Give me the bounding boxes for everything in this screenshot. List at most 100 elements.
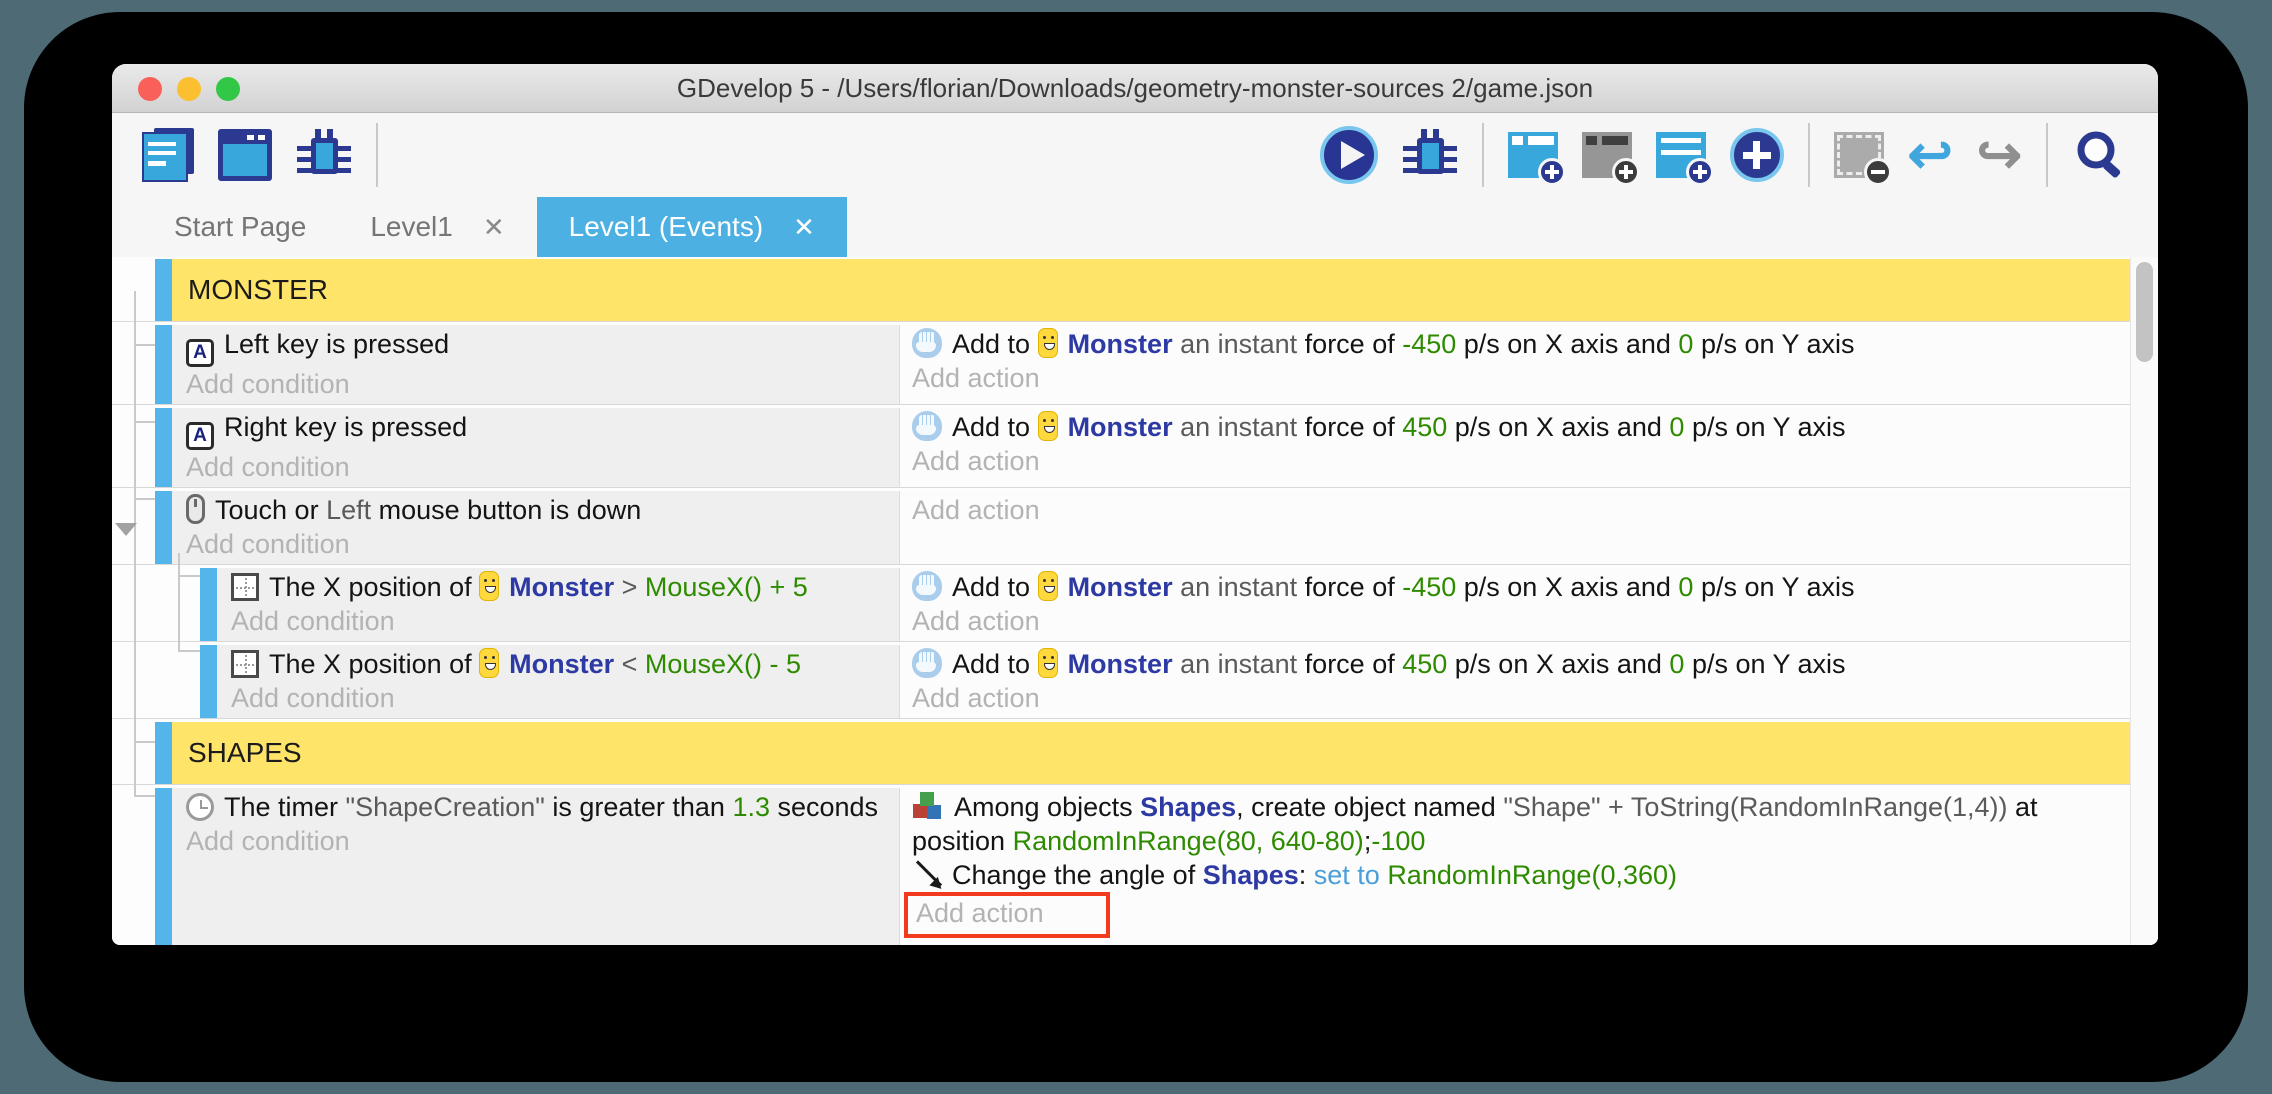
text-segment: an instant [1173,412,1305,442]
event-handle[interactable] [155,722,172,784]
text-segment: Monster [1068,572,1173,602]
close-tab-icon[interactable]: ✕ [793,212,815,243]
text-segment: Left key is pressed [224,329,449,359]
plus-badge-icon [1538,158,1566,186]
action-instruction[interactable]: Change the angle of Shapes: set to Rando… [912,858,2124,892]
text-segment: , create object named [1236,792,1503,822]
add-condition-button[interactable]: Add condition [231,681,893,715]
add-new-icon[interactable] [1730,128,1784,182]
event-handle[interactable] [200,645,217,718]
text-segment: force of [1305,329,1403,359]
text-segment: p/s on Y axis [1693,329,1854,359]
cubes-icon [912,791,944,821]
action-instruction[interactable]: Among objects Shapes, create object name… [912,790,2124,858]
add-condition-button[interactable]: Add condition [186,367,893,401]
text-segment: Add condition [186,452,350,482]
tab-level1-events[interactable]: Level1 (Events) ✕ [537,197,847,257]
text-segment: Add to [952,329,1038,359]
action-instruction[interactable]: Add to Monster an instant force of -450 … [912,570,2124,604]
monster-object-icon [1038,648,1058,678]
tree-line [134,421,155,423]
add-condition-button[interactable]: Add condition [231,604,893,638]
search-icon[interactable] [2072,127,2128,183]
action-instruction[interactable]: Add to Monster an instant force of 450 p… [912,647,2124,681]
redo-icon[interactable]: ↪ [1977,127,2022,183]
play-icon[interactable] [1320,126,1378,184]
text-segment: 1.3 [732,792,770,822]
tree-line [134,795,155,797]
traffic-lights [138,77,240,101]
event-handle[interactable] [200,568,217,641]
monster-object-icon [1038,411,1058,441]
timer-icon [186,793,214,821]
hand-force-icon [912,328,942,358]
add-condition-button[interactable]: Add condition [186,824,893,858]
angle-icon [912,859,942,889]
undo-icon[interactable]: ↩ [1908,127,1953,183]
text-segment: Monster [509,649,614,679]
debug-preview-icon[interactable] [1402,127,1458,183]
text-segment: Add action [912,606,1040,636]
project-manager-icon[interactable] [142,128,194,182]
action-instruction[interactable]: Add to Monster an instant force of 450 p… [912,410,2124,444]
minus-badge-icon [1864,158,1892,186]
text-segment: p/s on Y axis [1684,412,1845,442]
window-title: GDevelop 5 - /Users/florian/Downloads/ge… [677,73,1593,104]
group-row-monster[interactable]: MONSTER [112,259,2130,322]
add-event-icon[interactable] [1508,132,1558,178]
text-segment: 0 [1669,649,1684,679]
close-tab-icon[interactable]: ✕ [483,212,505,243]
tab-label: Level1 (Events) [569,211,764,243]
delete-event-icon[interactable] [1834,132,1884,178]
condition-instruction[interactable]: The X position of Monster > MouseX() + 5 [231,570,893,604]
text-segment: p/s on X axis and [1447,649,1669,679]
text-segment: Monster [1068,649,1173,679]
event-handle[interactable] [155,788,172,945]
text-segment: RandomInRange(80, 640-80) [1013,826,1364,856]
tab-start-page[interactable]: Start Page [142,197,338,257]
text-segment: Monster [509,572,614,602]
condition-instruction[interactable]: The timer "ShapeCreation" is greater tha… [186,790,893,824]
add-comment-icon[interactable] [1656,132,1706,178]
conditions-cell: The X position of Monster < MouseX() - 5… [217,645,900,718]
event-handle[interactable] [155,408,172,487]
debugger-icon[interactable] [296,127,352,183]
event-handle[interactable] [155,491,172,564]
event-row: Touch or Left mouse button is down Add c… [112,491,2130,565]
add-action-button[interactable]: Add action [912,604,2124,638]
close-window-button[interactable] [138,77,162,101]
add-action-button[interactable]: Add action [912,493,2124,527]
add-condition-button[interactable]: Add condition [186,450,893,484]
add-action-button[interactable]: Add action [912,444,2124,478]
text-segment: 450 [1402,412,1447,442]
condition-instruction[interactable]: Touch or Left mouse button is down [186,493,893,527]
zoom-window-button[interactable] [216,77,240,101]
tab-level1-scene[interactable]: Level1 ✕ [338,197,536,257]
condition-instruction[interactable]: Left key is pressed [186,327,893,367]
text-segment: Monster [1068,412,1173,442]
add-action-button[interactable]: Add action [912,361,2124,395]
scrollbar-thumb[interactable] [2136,262,2153,362]
collapse-triangle-icon[interactable] [115,523,137,536]
action-instruction[interactable]: Add to Monster an instant force of -450 … [912,327,2124,361]
add-action-button[interactable]: Add action [912,681,2124,715]
event-row: Right key is pressed Add condition Add t… [112,408,2130,488]
text-segment: Shapes [1140,792,1236,822]
condition-instruction[interactable]: The X position of Monster < MouseX() - 5 [231,647,893,681]
add-action-button-highlighted[interactable]: Add action [904,892,1110,938]
event-handle[interactable] [155,259,172,321]
scrollbar-track[interactable] [2130,257,2158,945]
text-segment: p/s on Y axis [1684,649,1845,679]
add-subevent-icon[interactable] [1582,132,1632,178]
event-handle[interactable] [155,325,172,404]
text-segment: Add condition [186,529,350,559]
scene-window-icon[interactable] [218,129,272,181]
minimize-window-button[interactable] [177,77,201,101]
text-segment: Add condition [186,369,350,399]
tree-gutter [112,788,155,945]
add-condition-button[interactable]: Add condition [186,527,893,561]
text-segment: is greater than [545,792,733,822]
tree-gutter [112,645,200,718]
group-row-shapes[interactable]: SHAPES [112,722,2130,785]
condition-instruction[interactable]: Right key is pressed [186,410,893,450]
